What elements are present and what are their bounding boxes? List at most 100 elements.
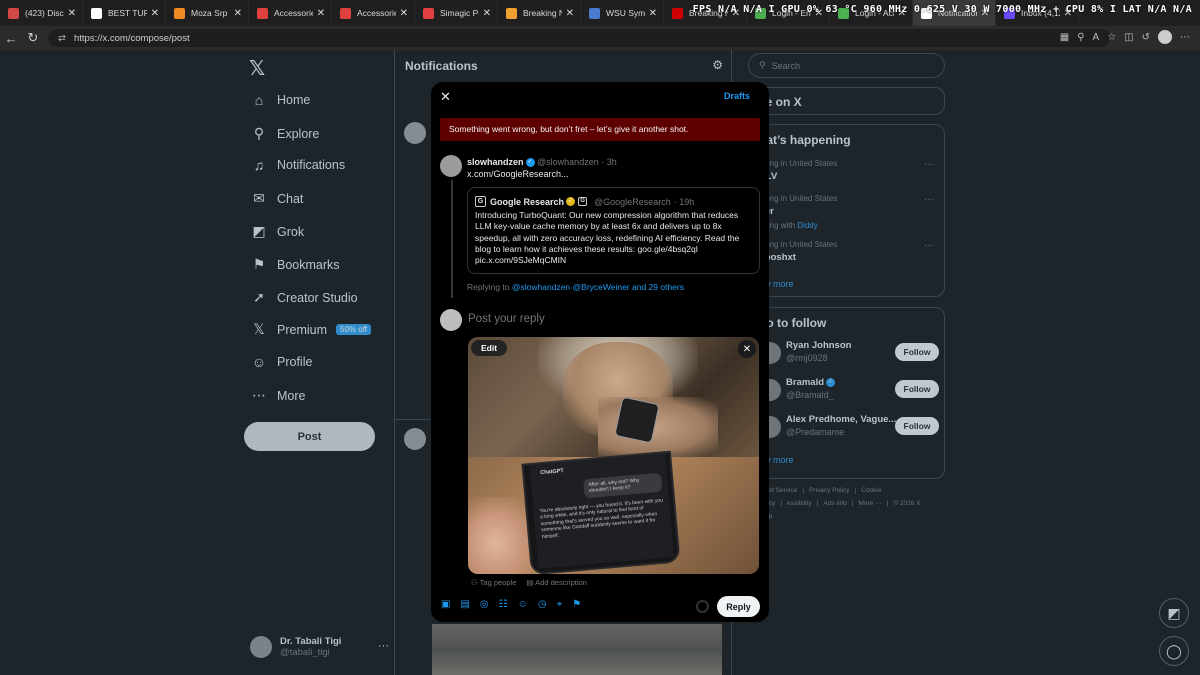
tab-favicon-icon — [340, 7, 351, 19]
messages-fab-icon[interactable]: ◯ — [1159, 636, 1189, 666]
nav-item-grok[interactable]: ◩ Grok — [250, 223, 304, 240]
browser-tab[interactable]: (423) Discord ✕ — [0, 0, 83, 26]
description-icon: ▤ — [526, 578, 536, 587]
account-switcher[interactable]: Dr. Tabali Tigi @tabali_tigi ··· — [250, 636, 389, 658]
tab-close-icon[interactable]: ✕ — [317, 8, 325, 19]
meme-top-panel — [468, 337, 759, 457]
edit-media-button[interactable]: Edit — [471, 340, 508, 356]
browser-tab[interactable]: Accessories - ✕ — [249, 0, 332, 26]
emoji-icon[interactable]: ☺ — [518, 599, 528, 610]
error-banner: Something went wrong, but don’t fret – l… — [440, 118, 760, 141]
browser-toolbar-icons: ▦ ⚲ A ☆ ◫ ↺ ⋯ — [1060, 30, 1190, 44]
nav-item-premium[interactable]: 𝕏 Premium 50% off — [250, 321, 371, 338]
zoom-icon[interactable]: ⚲ — [1077, 32, 1084, 43]
nav-item-bookmarks[interactable]: ⚑ Bookmarks — [250, 256, 340, 273]
browser-tab[interactable]: WSU Sympos ✕ — [581, 0, 664, 26]
tab-close-icon[interactable]: ✕ — [400, 8, 408, 19]
follow-button[interactable]: Follow — [895, 343, 939, 361]
nav-item-chat[interactable]: ✉ Chat — [250, 190, 303, 207]
gif-icon[interactable]: ▤ — [460, 599, 469, 610]
follow-button[interactable]: Follow — [895, 380, 939, 398]
site-info-icon[interactable]: ⇄ — [58, 33, 66, 44]
profile-avatar[interactable] — [1158, 30, 1172, 44]
trend-item[interactable]: nding in United States booshxt — [759, 240, 837, 263]
trend-item[interactable]: nding in United States NLV — [759, 159, 837, 182]
url-field[interactable]: ⇄ https://x.com/compose/post — [48, 29, 1110, 47]
replying-to-link[interactable]: @slowhandzen @BryceWeiner and 29 others — [512, 282, 684, 292]
favorite-star-icon[interactable]: ☆ — [1107, 32, 1116, 43]
drafts-button[interactable]: Drafts — [724, 91, 750, 101]
trend-with-link[interactable]: Diddy — [797, 221, 817, 230]
follow-suggestion[interactable]: Alex Predhome, Vague... @Predamame Follo… — [759, 412, 939, 442]
nav-item-notifications[interactable]: ♫ Notifications — [250, 157, 345, 173]
trend-item[interactable]: nding in United States her nding with Di… — [759, 194, 837, 230]
verified-gold-badge-icon: ✓ — [566, 197, 576, 206]
poll-icon[interactable]: ☷ — [499, 599, 508, 610]
post-button[interactable]: Post — [244, 422, 375, 451]
quoted-post[interactable]: G Google Research ✓ G @GoogleResearch · … — [467, 187, 760, 274]
notification-photo[interactable] — [432, 624, 722, 675]
trend-more-icon[interactable]: ··· — [924, 159, 934, 170]
trend-meta: nding in United States — [759, 194, 838, 203]
remove-media-close-icon[interactable]: ✕ — [738, 340, 756, 358]
settings-gear-icon[interactable]: ⚙ — [712, 58, 723, 72]
tab-close-icon[interactable]: ✕ — [234, 8, 242, 19]
follow-suggestion[interactable]: Bramald ✓ @Bramald_ Follow — [759, 375, 939, 405]
history-icon[interactable]: ↺ — [1142, 32, 1150, 43]
nav-label: Bookmarks — [277, 257, 340, 272]
footer-link[interactable]: essibility — [787, 500, 812, 507]
tab-close-icon[interactable]: ✕ — [68, 8, 76, 19]
location-icon[interactable]: ⌖ — [557, 599, 563, 610]
footer-link[interactable]: Privacy Policy — [809, 487, 849, 494]
tag-people-button[interactable]: ⚇ Tag people — [471, 578, 516, 587]
nav-item-home[interactable]: ⌂ Home — [250, 92, 311, 108]
nav-item-more[interactable]: ⋯ More — [250, 387, 305, 404]
follow-suggestion[interactable]: Ryan Johnson @rmj0928 Follow — [759, 338, 939, 368]
follow-button[interactable]: Follow — [895, 417, 939, 435]
search-input[interactable]: ⚲ Search — [748, 53, 945, 78]
tab-close-icon[interactable]: ✕ — [649, 8, 657, 19]
attached-image[interactable]: ChatGPT After all, why not? Why shouldn'… — [468, 337, 759, 574]
browser-tab[interactable]: Accessories - ✕ — [332, 0, 415, 26]
footer-link[interactable]: Ads info — [823, 500, 847, 507]
read-aloud-icon[interactable]: A — [1093, 32, 1100, 43]
quoted-post-header: G Google Research ✓ G @GoogleResearch · … — [475, 196, 694, 207]
live-on-x-panel[interactable]: ve on X — [748, 87, 945, 115]
browser-tab[interactable]: Simagic P-HPI ✕ — [415, 0, 498, 26]
tab-close-icon[interactable]: ✕ — [566, 8, 574, 19]
browser-tab[interactable]: BEST TURKISH ✕ — [83, 0, 166, 26]
tab-favicon-icon — [589, 7, 600, 19]
reply-composer-modal: ✕ Drafts Something went wrong, but don’t… — [431, 82, 769, 622]
trend-more-icon[interactable]: ··· — [924, 240, 934, 251]
browser-tab[interactable]: Moza Srp Lite ✕ — [166, 0, 249, 26]
trend-more-icon[interactable]: ··· — [924, 194, 934, 205]
browser-menu-icon[interactable]: ⋯ — [1180, 32, 1190, 43]
trend-meta: nding in United States — [759, 240, 838, 249]
more-dots-icon[interactable]: ··· — [378, 640, 389, 652]
footer-link[interactable]: More ··· — [859, 500, 882, 507]
apps-icon[interactable]: ▦ — [1060, 32, 1069, 43]
add-description-button[interactable]: ▤ Add description — [526, 578, 586, 587]
reload-icon[interactable]: ↻ — [22, 30, 44, 46]
home-icon: ⌂ — [254, 92, 264, 108]
extensions-icon[interactable]: ◫ — [1124, 32, 1133, 43]
tab-close-icon[interactable]: ✕ — [151, 8, 159, 19]
back-icon[interactable]: ← — [0, 31, 22, 46]
reply-button[interactable]: Reply — [717, 596, 760, 617]
grok-icon[interactable]: ◎ — [480, 599, 489, 610]
schedule-icon[interactable]: ◷ — [538, 599, 547, 610]
browser-address-bar: ← ↻ ⇄ https://x.com/compose/post ▦ ⚲ A ☆… — [0, 26, 1200, 50]
grok-fab-icon[interactable]: ◩ — [1159, 598, 1189, 628]
tab-title: Accessories - — [357, 8, 396, 18]
nav-item-explore[interactable]: ⚲ Explore — [250, 125, 320, 142]
nav-item-creator-studio[interactable]: ➚ Creator Studio — [250, 289, 357, 306]
flag-icon[interactable]: ⚑ — [572, 599, 581, 610]
image-icon[interactable]: ▣ — [441, 599, 450, 610]
performance-overlay: FPS N/A N/A I GPU 0% 63 °C 960 MHz 0.625… — [692, 4, 1192, 15]
reply-textarea[interactable]: Post your reply — [468, 313, 545, 325]
nav-item-profile[interactable]: ☺ Profile — [250, 354, 313, 370]
browser-tab[interactable]: Breaking New ✕ — [498, 0, 581, 26]
tab-close-icon[interactable]: ✕ — [483, 8, 491, 19]
x-logo-icon[interactable]: 𝕏 — [249, 56, 265, 81]
close-icon[interactable]: ✕ — [440, 89, 451, 105]
